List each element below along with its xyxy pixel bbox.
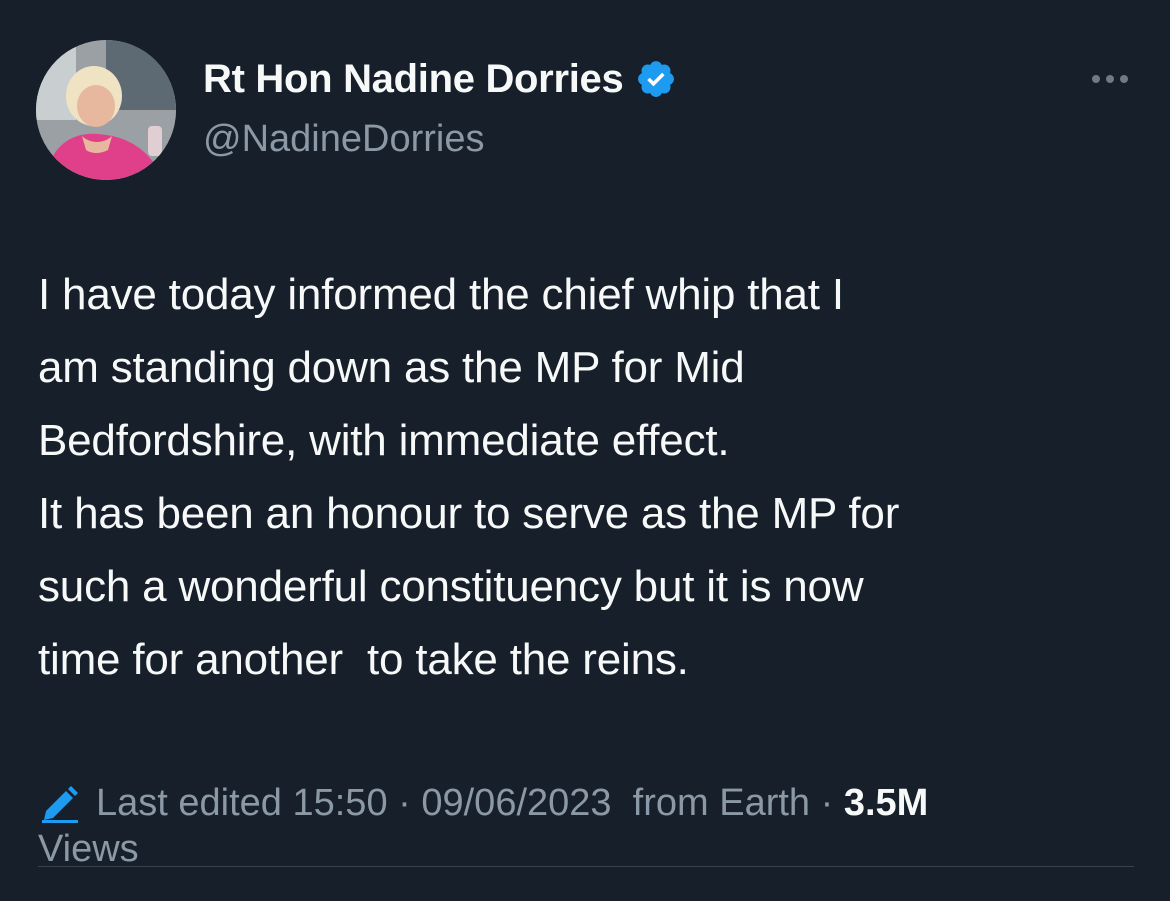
author-display-name[interactable]: Rt Hon Nadine Dorries (203, 57, 624, 102)
tweet-meta: Last edited 15:50 · 09/06/2023 from Eart… (38, 780, 1138, 872)
divider (38, 866, 1134, 867)
tweet-text-line: Bedfordshire, with immediate effect. (38, 416, 730, 465)
verified-badge-icon[interactable] (635, 58, 677, 100)
tweet-text: I have today informed the chief whip tha… (38, 258, 1138, 696)
avatar-image (36, 40, 176, 180)
tweet-text-line: It has been an honour to serve as the MP… (38, 489, 900, 538)
pencil-edit-icon[interactable] (38, 783, 82, 823)
tweet-time[interactable]: 15:50 (292, 780, 387, 826)
more-options-icon (1120, 75, 1128, 83)
tweet-text-line: am standing down as the MP for Mid (38, 343, 745, 392)
meta-separator: · (810, 782, 844, 824)
tweet-text-line: time for another to take the reins. (38, 635, 689, 684)
author-handle[interactable]: @NadineDorries (203, 118, 484, 161)
author-name-row: Rt Hon Nadine Dorries (203, 56, 677, 102)
more-options-icon (1092, 75, 1100, 83)
author-avatar[interactable] (36, 40, 176, 180)
more-options-button[interactable] (1082, 62, 1138, 96)
tweet-source: from Earth (611, 782, 811, 824)
tweet-text-line: I have today informed the chief whip tha… (38, 270, 844, 319)
tweet-card: Rt Hon Nadine Dorries @NadineDorries I h… (0, 0, 1170, 901)
edited-label[interactable]: Last edited (96, 780, 282, 826)
views-count[interactable]: 3.5M (844, 780, 928, 826)
more-options-icon (1106, 75, 1114, 83)
tweet-meta-row: Last edited 15:50 · 09/06/2023 from Eart… (38, 780, 1138, 826)
tweet-date[interactable]: 09/06/2023 (421, 780, 611, 826)
tweet-text-line: such a wonderful constituency but it is … (38, 562, 864, 611)
meta-separator: · (387, 782, 422, 824)
